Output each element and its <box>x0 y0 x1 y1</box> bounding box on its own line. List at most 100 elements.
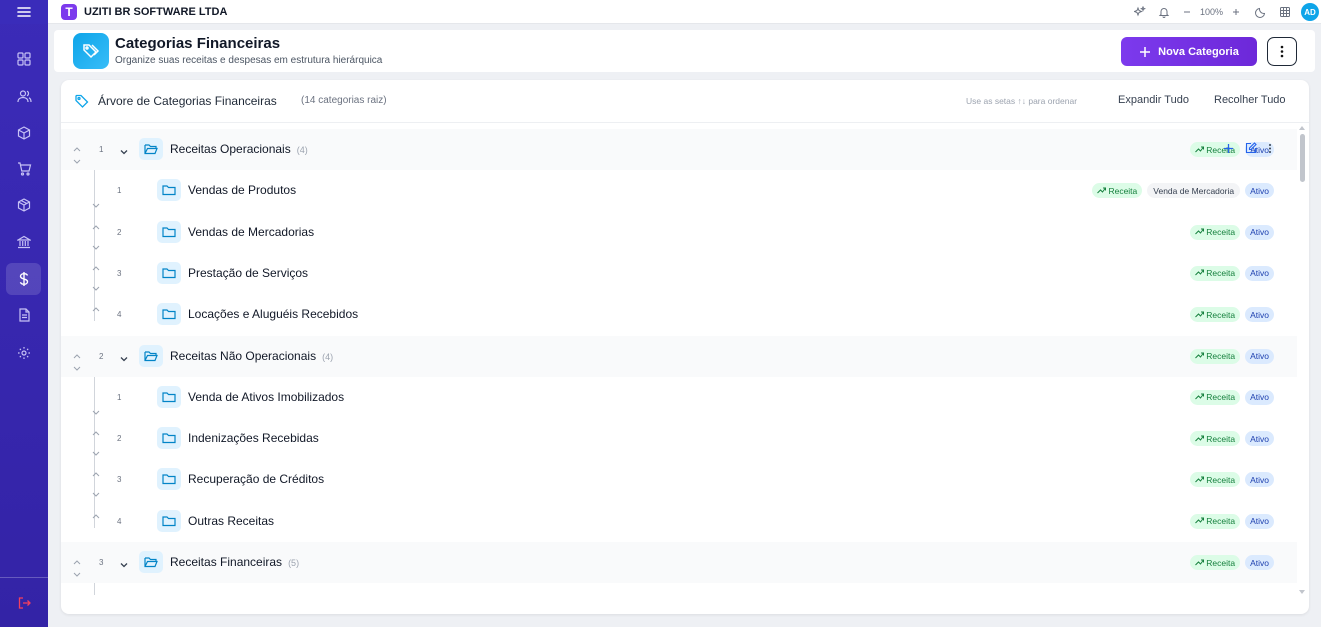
row-order-number: 3 <box>117 268 122 278</box>
move-up-icon[interactable] <box>92 506 100 519</box>
row-order-number: 3 <box>99 558 104 567</box>
tags-icon <box>73 33 109 69</box>
category-row-child[interactable]: 4 Outras Receitas Receita Ativo <box>61 501 1297 542</box>
category-row-child[interactable]: 1 Venda de Ativos Imobilizados Receita Ativ… <box>61 377 1297 418</box>
dollar-icon[interactable] <box>6 263 41 295</box>
kebab-icon <box>1280 45 1284 58</box>
users-icon[interactable] <box>0 80 48 112</box>
add-subcategory-icon[interactable] <box>1223 141 1234 159</box>
logout-icon[interactable] <box>0 587 48 619</box>
kebab-icon[interactable] <box>1268 141 1272 159</box>
box-icon[interactable] <box>0 117 48 149</box>
move-up-icon[interactable] <box>73 346 81 358</box>
menu-icon[interactable] <box>0 0 48 24</box>
move-down-icon[interactable] <box>92 238 100 250</box>
move-down-icon[interactable] <box>73 565 81 577</box>
chevron-down-icon[interactable] <box>119 351 129 369</box>
child-count: (4) <box>296 145 308 155</box>
category-name-text: Receitas Não Operacionais <box>170 348 317 363</box>
dashboard-icon[interactable] <box>0 43 48 75</box>
document-icon[interactable] <box>0 299 48 331</box>
move-down-icon[interactable] <box>92 444 100 456</box>
scroll-down-arrow[interactable] <box>1299 590 1305 594</box>
category-row-child[interactable]: 2 Indenizações Recebidas Receita Ativo <box>61 418 1297 459</box>
move-up-icon[interactable] <box>92 299 100 312</box>
type-label: Receita <box>1206 433 1236 444</box>
trending-up-icon <box>1195 392 1205 402</box>
expand-all-button[interactable]: Expandir Tudo <box>1118 94 1189 106</box>
status-badge: Ativo <box>1245 555 1274 570</box>
category-row-root[interactable]: 2 Receitas Não Operacionais (4) Receita Ativ… <box>61 335 1297 377</box>
move-up-icon[interactable] <box>73 139 81 152</box>
grid-icon[interactable] <box>1279 6 1291 18</box>
sparkles-icon[interactable] <box>1133 6 1146 18</box>
type-badge: Receita <box>1190 307 1241 323</box>
moon-icon[interactable] <box>1255 6 1267 18</box>
move-down-icon[interactable] <box>73 359 81 371</box>
type-badge: Receita <box>1190 513 1241 529</box>
move-up-icon[interactable] <box>92 464 100 477</box>
child-count: (5) <box>288 558 300 568</box>
avatar[interactable]: AD <box>1301 3 1319 21</box>
category-row-child[interactable]: 4 Locações e Aluguéis Recebidos Receita Ati… <box>61 294 1297 335</box>
zoom-level: 100% <box>1199 7 1223 17</box>
row-order-number: 2 <box>99 351 104 361</box>
category-tree-card: Árvore de Categorias Financeiras (14 cat… <box>61 80 1309 614</box>
move-up-icon[interactable] <box>92 258 100 271</box>
type-badge: Receita <box>1190 265 1241 281</box>
type-badge: Receita <box>1190 348 1241 364</box>
category-row-root[interactable]: 3 Receitas Financeiras (5) Receita Ativo <box>61 542 1297 583</box>
collapse-all-button[interactable]: Recolher Tudo <box>1214 94 1286 106</box>
move-up-icon[interactable] <box>73 552 81 565</box>
move-down-icon[interactable] <box>92 403 100 415</box>
more-options-button[interactable] <box>1267 37 1297 66</box>
folder-icon <box>157 385 181 408</box>
type-badge: Receita <box>1190 555 1241 570</box>
status-badge: Ativo <box>1245 265 1274 281</box>
row-badges: Receita Ativo <box>1190 265 1274 281</box>
package-icon[interactable] <box>0 189 48 221</box>
scrollbar[interactable] <box>1298 124 1308 600</box>
category-row-child[interactable]: 3 Prestação de Serviços Receita Ativo <box>61 253 1297 294</box>
new-category-button[interactable]: Nova Categoria <box>1121 37 1257 66</box>
folder-icon <box>157 261 181 284</box>
type-badge: Receita <box>1190 431 1241 447</box>
category-name: Receitas Operacionais (4) <box>170 142 308 156</box>
move-down-icon[interactable] <box>92 196 100 209</box>
type-label: Receita <box>1206 474 1236 485</box>
zoom-in-icon[interactable] <box>1231 6 1243 18</box>
move-down-icon[interactable] <box>92 485 100 498</box>
scroll-up-arrow[interactable] <box>1299 126 1305 130</box>
row-badges: Receita Ativo <box>1190 389 1274 405</box>
type-label: Receita <box>1108 185 1138 196</box>
category-name: Indenizações Recebidas <box>188 431 319 446</box>
page-title: Categorias Financeiras <box>115 35 281 52</box>
type-label: Receita <box>1206 516 1236 527</box>
move-down-icon[interactable] <box>73 152 81 164</box>
category-row-child[interactable]: 2 Vendas de Mercadorias Receita Ativo <box>61 212 1297 253</box>
bank-icon[interactable] <box>0 226 48 258</box>
category-row-root[interactable]: 1 Receitas Operacionais (4) Receita Ativo <box>61 129 1297 170</box>
edit-icon[interactable] <box>1245 141 1257 159</box>
scrollbar-thumb[interactable] <box>1300 134 1305 182</box>
tree-header: Árvore de Categorias Financeiras (14 cat… <box>61 80 1309 123</box>
cart-icon[interactable] <box>0 153 48 185</box>
category-row-child[interactable]: 3 Recuperação de Créditos Receita Ativo <box>61 459 1297 500</box>
row-badges: Receita Venda de Mercadoria Ativo <box>1092 183 1274 199</box>
move-up-icon[interactable] <box>92 217 100 229</box>
new-category-label: Nova Categoria <box>1158 45 1239 58</box>
row-badges: Receita Ativo <box>1190 431 1274 447</box>
bell-icon[interactable] <box>1158 6 1170 18</box>
move-up-icon[interactable] <box>92 423 100 436</box>
category-row-child[interactable]: 1 Vendas de Produtos Receita Venda de Merca… <box>61 170 1297 211</box>
chevron-down-icon[interactable] <box>119 144 129 162</box>
row-order-number: 4 <box>117 516 122 526</box>
folder-open-icon <box>139 344 163 367</box>
chevron-down-icon[interactable] <box>119 557 129 575</box>
settings-icon[interactable] <box>0 337 48 369</box>
row-badges: Receita Ativo <box>1190 224 1274 240</box>
zoom-out-icon[interactable] <box>1182 6 1194 18</box>
move-down-icon[interactable] <box>92 279 100 291</box>
sidebar <box>0 0 48 627</box>
folder-icon <box>157 220 181 243</box>
